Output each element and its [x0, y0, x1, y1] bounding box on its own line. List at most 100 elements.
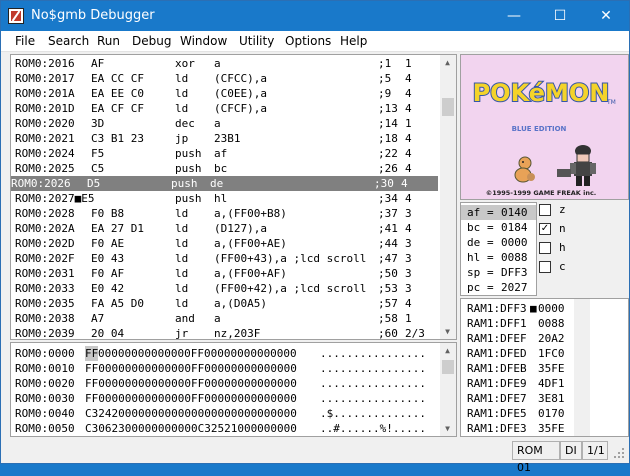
minimize-button[interactable]: —: [491, 1, 537, 31]
memory-ascii: ................: [320, 377, 426, 390]
memory-cursor-byte[interactable]: FF: [85, 346, 99, 361]
stack-value: 3E81: [538, 392, 565, 405]
stack-address: RAM1:DFF3: [467, 302, 527, 315]
stack-value: 20A2: [538, 332, 565, 345]
register-name: pc: [467, 281, 481, 294]
disassembly-scrollbar[interactable]: ▲ ▼: [440, 55, 456, 339]
memory-scroll-down-arrow-icon[interactable]: ▼: [440, 421, 455, 436]
instruction-mnemonic: xor: [175, 57, 195, 70]
instruction-cycle-count: ;9: [378, 87, 392, 100]
memory-dump-view[interactable]: ROM0:0000 FF 00000000000000FF0000000000000…: [10, 342, 457, 437]
instruction-cycles: 1: [405, 57, 412, 70]
title-bar[interactable]: No$gmb Debugger — ☐ ✕: [1, 1, 629, 31]
maximize-button[interactable]: ☐: [537, 1, 583, 31]
register-name: bc: [467, 221, 481, 234]
stack-scrollbar[interactable]: [574, 299, 590, 436]
flag-h[interactable]: h: [539, 241, 579, 256]
instruction-bytes: C3 B1 23: [91, 132, 144, 145]
instruction-cycles: 4: [405, 222, 412, 235]
memory-hex-bytes: FF00000000000000FF00000000000000: [85, 392, 297, 405]
instruction-operands: a,(FF00+AE): [214, 237, 287, 250]
disassembly-scroll-thumb[interactable]: [442, 98, 454, 116]
flag-c-checkbox[interactable]: [539, 261, 551, 273]
resize-grip-icon[interactable]: [613, 447, 625, 459]
memory-ascii: ................: [320, 392, 426, 405]
stack-view[interactable]: RAM1:DFF3 ■ 0000 RAM1:DFF1 0088 RAM1:DFEF 20…: [460, 298, 629, 437]
instruction-operands: 23B1: [214, 132, 241, 145]
memory-scrollbar[interactable]: ▲ ▼: [440, 343, 456, 436]
instruction-operands: (C0EE),a: [214, 87, 267, 100]
stack-separator: [530, 421, 537, 436]
instruction-bytes: AF: [91, 57, 105, 70]
instruction-mnemonic: ld: [175, 222, 189, 235]
flag-z-label: z: [559, 203, 566, 216]
register-equals: =: [487, 206, 494, 219]
menu-options[interactable]: Options: [285, 34, 331, 48]
instruction-mnemonic: push: [171, 177, 198, 190]
instruction-address: ROM0:2035: [15, 297, 75, 310]
flag-h-label: h: [559, 241, 566, 254]
flag-z-checkbox[interactable]: [539, 204, 551, 216]
instruction-cycle-count: ;58: [378, 312, 398, 325]
instruction-bytes: F0 AF: [91, 267, 125, 280]
stack-value: 35FE: [538, 362, 565, 375]
flag-c[interactable]: c: [539, 260, 579, 275]
instruction-operands: de: [210, 177, 224, 190]
flag-h-checkbox[interactable]: [539, 242, 551, 254]
stack-separator: [530, 346, 537, 361]
register-value: DFF3: [501, 266, 528, 279]
menu-debug[interactable]: Debug: [132, 34, 171, 48]
close-button[interactable]: ✕: [583, 1, 629, 31]
stack-address: RAM1:DFE5: [467, 407, 527, 420]
instruction-address: ROM0:2024: [15, 147, 75, 160]
instruction-operands: af: [214, 147, 228, 160]
stack-value: 35FE: [538, 422, 565, 435]
instruction-operands: nz,203F: [214, 327, 261, 340]
status-interrupts: DI: [560, 441, 582, 460]
menu-file[interactable]: File: [15, 34, 35, 48]
instruction-operands: a,(FF00+B8): [214, 207, 287, 220]
register-equals: =: [487, 236, 494, 249]
instruction-bytes: EA CC CF: [91, 72, 144, 85]
memory-ascii: ................: [320, 347, 426, 360]
selected-instruction-row[interactable]: ROM0:2026 D5 push de ;30 4: [11, 176, 438, 191]
instruction-address: ROM0:202A: [15, 222, 75, 235]
instruction-cycles: 3: [405, 252, 412, 265]
disassembly-view[interactable]: ROM0:2016 AF xor a ;1 1 ROM0:2017 EA CC CF ld (CF…: [10, 54, 457, 340]
register-af[interactable]: af = 0140: [461, 205, 536, 220]
instruction-bytes: F5: [91, 147, 105, 160]
instruction-address: ROM0:2038: [15, 312, 75, 325]
trademark-mark: TM: [606, 99, 616, 106]
memory-scroll-thumb[interactable]: [442, 360, 454, 374]
stack-address: RAM1:DFEB: [467, 362, 527, 375]
register-name: de: [467, 236, 481, 249]
flag-z[interactable]: z: [539, 203, 579, 218]
memory-hex-bytes: C3242000000000000000000000000000: [85, 407, 297, 420]
menu-help[interactable]: Help: [340, 34, 367, 48]
memory-address: ROM0:0020: [15, 377, 75, 390]
instruction-cycles: 1: [405, 312, 412, 325]
instruction-cycle-count: ;50: [378, 267, 398, 280]
menu-window[interactable]: Window: [180, 34, 227, 48]
instruction-operands: (CFCF),a: [214, 102, 267, 115]
memory-scroll-up-arrow-icon[interactable]: ▲: [440, 343, 455, 358]
flag-c-label: c: [559, 260, 566, 273]
menu-run[interactable]: Run: [97, 34, 120, 48]
window-title: No$gmb Debugger: [31, 8, 155, 23]
instruction-bytes: F0 AE: [91, 237, 125, 250]
scroll-down-arrow-icon[interactable]: ▼: [440, 324, 455, 339]
stack-address: RAM1:DFEF: [467, 332, 527, 345]
scroll-up-arrow-icon[interactable]: ▲: [440, 55, 455, 70]
menu-utility[interactable]: Utility: [239, 34, 274, 48]
flag-n-checkbox[interactable]: ✓: [539, 223, 551, 235]
instruction-cycles: 3: [405, 207, 412, 220]
menu-search[interactable]: Search: [48, 34, 89, 48]
instruction-bytes: EA EE C0: [91, 87, 144, 100]
instruction-cycles: 4: [405, 132, 412, 145]
stack-separator: [530, 361, 537, 376]
stack-address: RAM1:DFE9: [467, 377, 527, 390]
pokemon-logo: POKéMON: [473, 79, 610, 107]
instruction-address: ROM0:2026: [11, 177, 71, 190]
flag-n[interactable]: ✓ n: [539, 222, 579, 237]
register-name: sp: [467, 266, 481, 279]
